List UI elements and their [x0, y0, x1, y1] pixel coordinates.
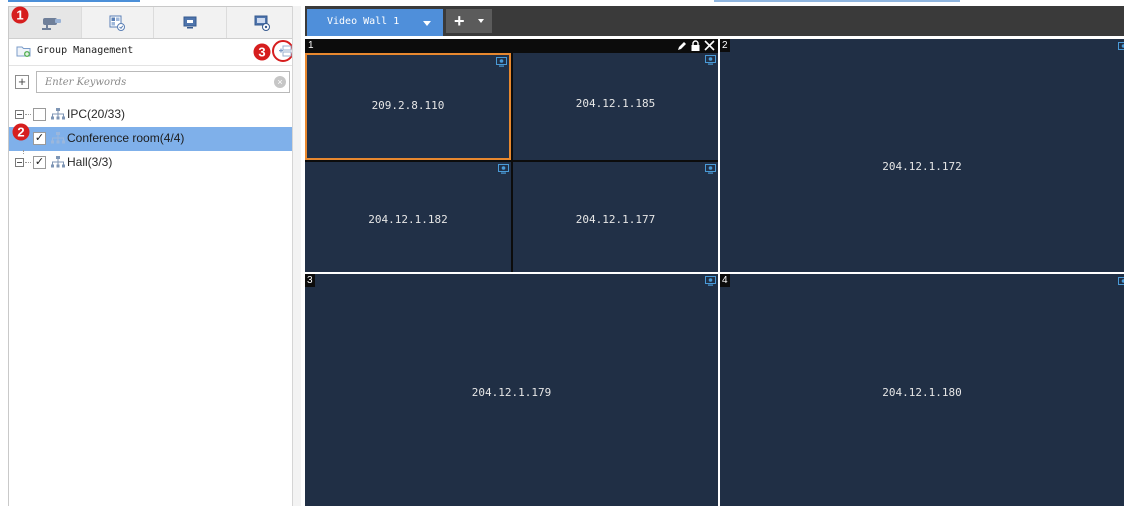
window-ip-label: 204.12.1.177 — [575, 213, 656, 226]
group-management-label[interactable]: Group Management — [37, 45, 133, 56]
close-icon[interactable] — [704, 40, 715, 51]
marker-3-text: 3 — [258, 45, 265, 60]
tree-node-label: Hall(3/3) — [67, 155, 113, 169]
network-icon — [51, 132, 65, 144]
video-window[interactable]: 204.12.1.182 — [305, 162, 511, 272]
window-ip-label: 204.12.1.180 — [882, 386, 962, 399]
window-ip-label: 204.12.1.172 — [882, 160, 962, 173]
step-marker-2: 2 — [12, 123, 30, 141]
monitor-icon[interactable] — [498, 164, 509, 174]
monitor-icon[interactable] — [1118, 42, 1124, 52]
top-accent-line — [714, 0, 960, 2]
lock-icon[interactable] — [690, 40, 701, 51]
tree-node-conference-room[interactable]: ✓ Conference room(4/4) — [9, 127, 298, 154]
plus-icon: + — [454, 11, 465, 31]
add-group-icon[interactable] — [278, 45, 292, 58]
tree-connector — [25, 114, 31, 115]
chevron-down-icon[interactable] — [423, 21, 431, 26]
screen-controls — [677, 39, 715, 52]
chevron-down-icon[interactable] — [478, 19, 484, 23]
left-panel: Group Management 3 + × — [8, 6, 299, 506]
collapse-icon[interactable] — [15, 110, 24, 119]
screen-header: 2 — [720, 39, 1124, 52]
tree-connector — [25, 162, 31, 163]
wall-toolbar: Video Wall 1 + — [305, 6, 1124, 36]
add-wall-button[interactable]: + — [446, 9, 492, 33]
step-marker-1: 1 — [11, 6, 29, 24]
monitor-icon[interactable] — [1118, 277, 1124, 287]
marker-1-text: 1 — [16, 8, 23, 23]
monitor-icon[interactable] — [705, 276, 716, 286]
group-management-row: Group Management 3 — [9, 39, 298, 66]
edit-icon[interactable] — [677, 41, 687, 51]
screen-number: 1 — [308, 40, 314, 51]
tree-node-label: Conference room(4/4) — [67, 131, 185, 145]
layout-tab[interactable] — [80, 7, 154, 38]
top-accent-line — [8, 0, 140, 2]
checkbox[interactable] — [33, 108, 46, 121]
screen-2[interactable]: 2 204.12.1.172 — [720, 39, 1124, 272]
checkbox-checked[interactable]: ✓ — [33, 156, 46, 169]
screen-header: 1 — [305, 39, 718, 52]
screen-number: 3 — [305, 274, 315, 287]
folder-add-icon — [16, 46, 31, 57]
clear-icon[interactable]: × — [274, 76, 286, 88]
tree-node-label: IPC(20/33) — [67, 107, 126, 121]
marker-2-text: 2 — [17, 125, 24, 140]
search-input[interactable] — [36, 71, 290, 93]
screen-1[interactable]: 1 209.2.8.110 204.12.1.185 204.12.1.182 … — [305, 39, 718, 272]
video-wall-area: Video Wall 1 + 1 209.2.8.110 204.12.1.18… — [305, 6, 1124, 506]
network-icon — [51, 156, 65, 168]
screen-3[interactable]: 3 204.12.1.179 — [305, 274, 718, 506]
screen-icon — [183, 16, 197, 29]
collapse-icon[interactable] — [15, 158, 24, 167]
left-panel-scrollbar[interactable] — [292, 6, 301, 506]
video-window[interactable]: 204.12.1.185 — [513, 53, 718, 160]
camera-icon — [41, 17, 61, 30]
search-row: + × — [9, 71, 298, 97]
screen-number: 2 — [720, 39, 730, 52]
display-tab[interactable] — [153, 7, 226, 38]
screen-4[interactable]: 4 204.12.1.180 — [720, 274, 1124, 506]
video-window[interactable]: 204.12.1.177 — [513, 162, 718, 272]
left-tabs — [9, 7, 298, 39]
monitor-icon[interactable] — [705, 55, 716, 65]
tree-node-ipc[interactable]: IPC(20/33) — [9, 103, 298, 127]
tree-node-hall[interactable]: ✓ Hall(3/3) — [9, 151, 298, 175]
wall-config-tab[interactable] — [225, 7, 299, 38]
tab-video-wall-1[interactable]: Video Wall 1 — [307, 9, 443, 36]
window-ip-label: 209.2.8.110 — [371, 99, 445, 112]
screen-number: 4 — [720, 274, 730, 287]
window-ip-label: 204.12.1.179 — [471, 386, 552, 399]
window-layout-icon — [109, 15, 126, 31]
network-icon — [51, 108, 65, 120]
window-ip-label: 204.12.1.182 — [368, 213, 448, 226]
monitor-icon[interactable] — [705, 164, 716, 174]
wall-settings-icon — [254, 15, 271, 31]
step-marker-3: 3 — [253, 43, 271, 61]
expand-all-button[interactable]: + — [15, 75, 29, 89]
window-ip-label: 204.12.1.185 — [575, 97, 656, 110]
wall-tab-label: Video Wall 1 — [327, 16, 400, 27]
monitor-icon[interactable] — [496, 57, 507, 67]
video-window-selected[interactable]: 209.2.8.110 — [305, 53, 511, 160]
checkbox-checked[interactable]: ✓ — [33, 132, 46, 145]
